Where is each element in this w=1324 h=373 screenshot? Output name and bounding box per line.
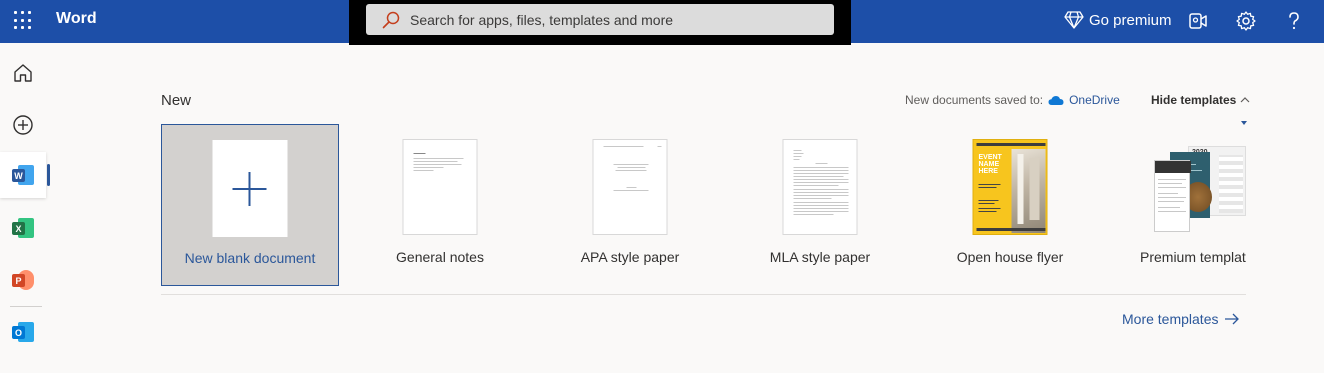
template-label: MLA style paper — [769, 249, 871, 265]
settings-gear-icon[interactable] — [1234, 9, 1258, 33]
template-new-blank-document[interactable]: New blank document — [161, 124, 339, 286]
hide-templates-button[interactable]: Hide templates — [1151, 93, 1250, 107]
rail-item-powerpoint[interactable]: P — [0, 257, 46, 303]
go-premium-button[interactable]: Go premium — [1064, 9, 1172, 31]
word-icon: W — [12, 165, 34, 185]
template-thumbnail — [592, 139, 668, 235]
template-open-house-flyer[interactable]: EVENT NAME HERE Open house flyer — [921, 124, 1099, 286]
help-icon[interactable] — [1282, 9, 1306, 33]
search-container — [349, 0, 851, 45]
section-divider — [161, 294, 1246, 295]
arrow-right-icon — [1225, 313, 1240, 325]
search-box[interactable] — [366, 4, 834, 35]
diamond-icon — [1064, 11, 1084, 29]
home-icon — [14, 64, 32, 82]
onedrive-cloud-icon — [1048, 95, 1064, 105]
template-general-notes[interactable]: General notes — [351, 124, 529, 286]
app-launcher-icon[interactable] — [14, 11, 34, 31]
rail-item-create[interactable] — [0, 102, 46, 148]
template-label: General notes — [396, 249, 484, 265]
hide-templates-label: Hide templates — [1151, 93, 1237, 107]
more-templates-label: More templates — [1122, 311, 1219, 327]
onedrive-link[interactable]: OneDrive — [1069, 93, 1120, 107]
template-thumbnail — [782, 139, 858, 235]
go-premium-label: Go premium — [1089, 11, 1172, 29]
top-bar: Word Go premium — [0, 0, 1324, 45]
powerpoint-icon: P — [12, 270, 34, 290]
template-premium-templates[interactable]: 2020 Premium templat — [1130, 124, 1246, 286]
flyer-title: EVENT NAME HERE — [978, 154, 1002, 175]
template-thumbnail — [402, 139, 478, 235]
left-rail: W X P O — [0, 43, 50, 373]
template-label: Premium templat — [1140, 249, 1246, 265]
template-thumbnail: EVENT NAME HERE — [972, 139, 1048, 235]
rail-divider — [10, 306, 42, 307]
save-location-label: New documents saved to: — [905, 93, 1044, 107]
rail-item-excel[interactable]: X — [0, 205, 46, 251]
template-mla-style-paper[interactable]: MLA style paper — [731, 124, 909, 286]
template-label: New blank document — [184, 250, 316, 266]
meet-now-icon[interactable] — [1186, 9, 1210, 33]
template-premium-clip: 2020 Premium templat — [1130, 124, 1246, 286]
template-thumbnail — [212, 140, 288, 237]
chevron-up-icon — [1240, 97, 1250, 103]
rail-item-home[interactable] — [0, 50, 46, 96]
outlook-icon: O — [12, 322, 34, 342]
save-location: New documents saved to: OneDrive — [905, 93, 1120, 107]
template-apa-style-paper[interactable]: APA style paper — [541, 124, 719, 286]
section-heading-new: New — [161, 92, 192, 109]
add-circle-icon — [13, 115, 33, 135]
more-templates-link[interactable]: More templates — [1122, 311, 1240, 327]
search-icon — [382, 11, 400, 29]
excel-icon: X — [12, 218, 34, 238]
rail-item-word[interactable]: W — [0, 152, 50, 198]
search-input[interactable] — [410, 4, 820, 35]
premium-thumb-front — [1154, 160, 1191, 232]
app-title[interactable]: Word — [56, 10, 97, 28]
template-label: Open house flyer — [956, 249, 1064, 265]
template-label: APA style paper — [580, 249, 680, 265]
rail-item-outlook[interactable]: O — [0, 309, 46, 355]
plus-icon — [232, 172, 267, 206]
